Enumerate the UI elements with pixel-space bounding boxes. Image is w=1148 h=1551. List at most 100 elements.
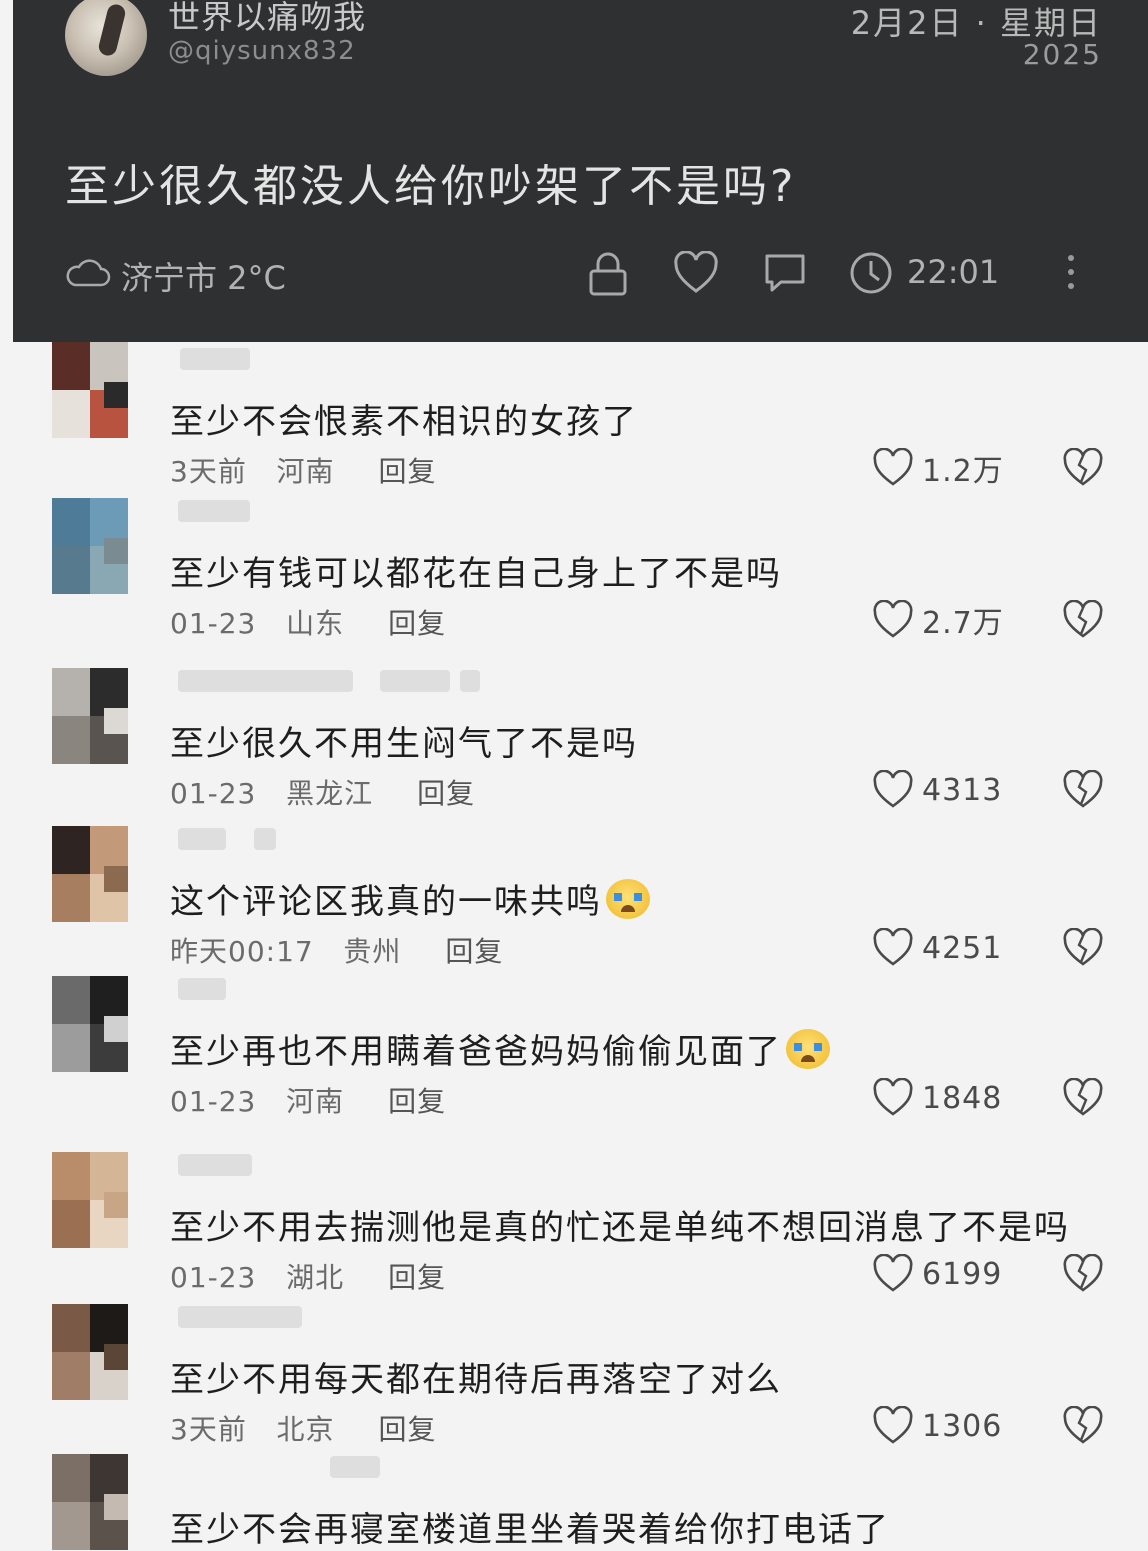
comment-location: 北京 bbox=[276, 1413, 335, 1446]
like-count: 4313 bbox=[922, 772, 1003, 808]
comment-text-content: 至少不会恨素不相识的女孩了 bbox=[170, 402, 638, 442]
author-handle: @qiysunx832 bbox=[168, 36, 356, 66]
heart-icon bbox=[873, 770, 913, 808]
like-button[interactable]: 4251 bbox=[872, 926, 1002, 970]
meta-separator bbox=[256, 1261, 286, 1294]
heart-icon bbox=[873, 1406, 913, 1444]
author-avatar[interactable] bbox=[65, 0, 147, 76]
like-count: 6199 bbox=[922, 1256, 1003, 1292]
comment-meta: 昨天00:17 贵州 回复 bbox=[170, 930, 503, 970]
like-count: 1306 bbox=[922, 1408, 1003, 1444]
commenter-name-blurred[interactable] bbox=[460, 670, 480, 692]
comment-time: 3天前 bbox=[170, 1413, 247, 1446]
commenter-avatar[interactable] bbox=[52, 668, 128, 764]
meta-separator bbox=[256, 1085, 286, 1118]
clock-icon bbox=[850, 252, 892, 294]
more-vertical-icon[interactable] bbox=[1068, 251, 1076, 291]
reply-button[interactable]: 回复 bbox=[417, 777, 475, 810]
commenter-name-blurred[interactable] bbox=[330, 1456, 380, 1478]
author-name[interactable]: 世界以痛吻我 bbox=[168, 0, 366, 38]
like-button[interactable]: 1.2万 bbox=[872, 446, 1004, 490]
like-button[interactable]: 2.7万 bbox=[872, 598, 1004, 642]
dislike-button[interactable] bbox=[1062, 927, 1104, 972]
commenter-name-blurred[interactable] bbox=[380, 670, 450, 692]
comment-time: 01-23 bbox=[170, 607, 257, 640]
comment-text: 至少不用每天都在期待后再落空了对么 bbox=[170, 1352, 782, 1401]
comment-icon[interactable] bbox=[763, 251, 807, 295]
reply-button[interactable]: 回复 bbox=[388, 607, 446, 640]
comment-meta: 01-23 河南 回复 bbox=[170, 1080, 446, 1120]
like-count: 1.2万 bbox=[922, 454, 1004, 489]
comment-text-content: 至少不会再寝室楼道里坐着哭着给你打电话了 bbox=[170, 1510, 890, 1550]
comment-time: 3天前 bbox=[170, 455, 247, 488]
lock-icon[interactable] bbox=[588, 251, 628, 297]
like-button[interactable]: 6199 bbox=[872, 1252, 1002, 1296]
meta-separator bbox=[247, 455, 277, 488]
dislike-button[interactable] bbox=[1062, 447, 1104, 492]
dislike-button[interactable] bbox=[1062, 1405, 1104, 1450]
reply-button[interactable]: 回复 bbox=[445, 935, 503, 968]
commenter-name-blurred[interactable] bbox=[178, 1306, 302, 1328]
reply-button[interactable]: 回复 bbox=[388, 1085, 446, 1118]
commenter-avatar[interactable] bbox=[52, 1152, 128, 1248]
commenter-name-blurred[interactable] bbox=[180, 348, 250, 370]
dislike-button[interactable] bbox=[1062, 769, 1104, 814]
comment-text: 至少不会恨素不相识的女孩了 bbox=[170, 394, 638, 443]
broken-heart-icon bbox=[1063, 447, 1103, 486]
commenter-name-blurred[interactable] bbox=[178, 500, 250, 522]
reply-button[interactable]: 回复 bbox=[388, 1261, 446, 1294]
post-year: 2025 bbox=[1022, 38, 1102, 71]
like-button[interactable]: 1306 bbox=[872, 1404, 1002, 1448]
heart-icon bbox=[873, 928, 913, 966]
heart-icon bbox=[873, 600, 913, 638]
commenter-avatar[interactable] bbox=[52, 976, 128, 1072]
broken-heart-icon bbox=[1063, 599, 1103, 638]
like-count: 1848 bbox=[922, 1080, 1003, 1116]
post-time: 22:01 bbox=[907, 253, 1000, 291]
comment-location: 河南 bbox=[286, 1085, 345, 1118]
heart-icon bbox=[873, 1254, 913, 1292]
comment-time: 昨天00:17 bbox=[170, 935, 314, 968]
comment-location: 黑龙江 bbox=[286, 777, 374, 810]
meta-separator bbox=[247, 1413, 277, 1446]
comment-text-content: 至少很久不用生闷气了不是吗 bbox=[170, 724, 638, 764]
like-count: 2.7万 bbox=[922, 606, 1004, 641]
crying-emoji-icon bbox=[786, 1029, 830, 1069]
like-button[interactable]: 4313 bbox=[872, 768, 1002, 812]
comment-meta: 3天前 北京 回复 bbox=[170, 1408, 437, 1448]
commenter-avatar[interactable] bbox=[52, 1454, 128, 1550]
like-button[interactable]: 1848 bbox=[872, 1076, 1002, 1120]
commenter-avatar[interactable] bbox=[52, 342, 128, 438]
comment-meta: 01-23 黑龙江 回复 bbox=[170, 772, 475, 812]
commenter-name-blurred[interactable] bbox=[178, 978, 226, 1000]
comment-text-content: 至少不用每天都在期待后再落空了对么 bbox=[170, 1360, 782, 1400]
reply-button[interactable]: 回复 bbox=[379, 1413, 437, 1446]
heart-icon[interactable] bbox=[673, 251, 719, 295]
reply-button[interactable]: 回复 bbox=[379, 455, 437, 488]
comment-meta: 01-23 山东 回复 bbox=[170, 602, 446, 642]
comment-time: 01-23 bbox=[170, 1085, 257, 1118]
weather-location: 济宁市 2°C bbox=[121, 259, 286, 297]
heart-icon bbox=[873, 1078, 913, 1116]
dislike-button[interactable] bbox=[1062, 1077, 1104, 1122]
broken-heart-icon bbox=[1063, 769, 1103, 808]
meta-separator bbox=[314, 935, 344, 968]
broken-heart-icon bbox=[1063, 1253, 1103, 1292]
dislike-button[interactable] bbox=[1062, 599, 1104, 644]
commenter-avatar[interactable] bbox=[52, 1304, 128, 1400]
commenter-avatar[interactable] bbox=[52, 826, 128, 922]
commenter-name-blurred[interactable] bbox=[178, 670, 353, 692]
comment-location: 山东 bbox=[286, 607, 345, 640]
comment-text: 至少很久不用生闷气了不是吗 bbox=[170, 716, 638, 765]
crying-emoji-icon bbox=[606, 879, 650, 919]
commenter-name-blurred[interactable] bbox=[178, 1154, 252, 1176]
comment-text: 至少不用去揣测他是真的忙还是单纯不想回消息了不是吗 bbox=[170, 1200, 1070, 1249]
commenter-name-blurred[interactable] bbox=[254, 828, 276, 850]
comment-text-content: 至少不用去揣测他是真的忙还是单纯不想回消息了不是吗 bbox=[170, 1208, 1070, 1248]
comment-time: 01-23 bbox=[170, 1261, 257, 1294]
commenter-name-blurred[interactable] bbox=[178, 828, 226, 850]
commenter-avatar[interactable] bbox=[52, 498, 128, 594]
comment-text-content: 至少再也不用瞒着爸爸妈妈偷偷见面了 bbox=[170, 1032, 782, 1072]
meta-separator bbox=[256, 777, 286, 810]
dislike-button[interactable] bbox=[1062, 1253, 1104, 1298]
